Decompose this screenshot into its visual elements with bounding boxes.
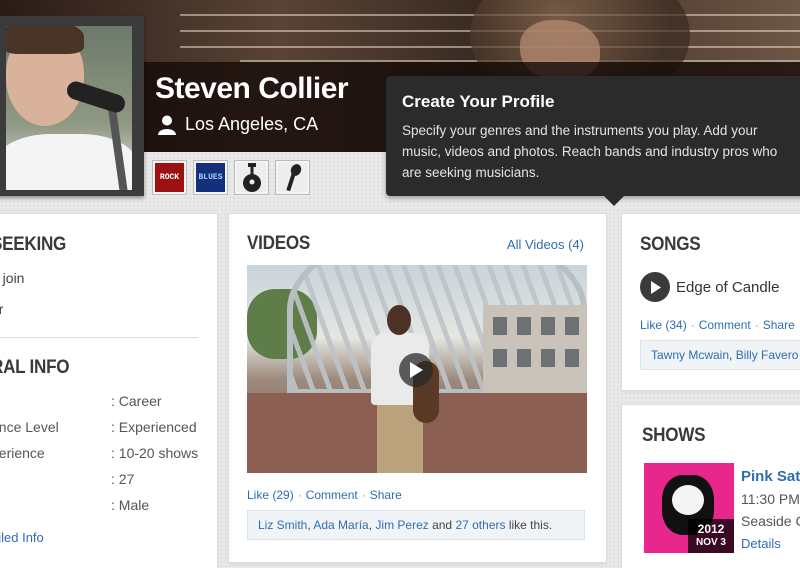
liker-link[interactable]: Jim Perez (375, 518, 428, 532)
others-link[interactable]: 27 others (455, 518, 505, 532)
person-icon (158, 115, 176, 135)
tooltip-body: Specify your genres and the instruments … (402, 120, 800, 183)
info-value: : Career (111, 393, 162, 409)
poster-date-badge: 2012 NOV 3 (688, 519, 734, 553)
tooltip-line: are seeking musicians. (402, 165, 540, 180)
info-value: : Experienced (111, 419, 197, 435)
play-icon[interactable] (399, 353, 433, 387)
share-button[interactable]: Share (763, 318, 795, 332)
seeking-item: o join (0, 270, 25, 286)
video-likers-box: Liz Smith, Ada María, Jim Perez and 27 o… (247, 510, 585, 540)
video-thumbnail[interactable] (247, 265, 587, 473)
song-social-actions: Like (34) · Comment · Share (640, 318, 795, 332)
create-profile-tooltip: Create Your Profile Specify your genres … (386, 76, 800, 206)
song-likers-box: Tawny Mcwain, Billy Favero (640, 340, 800, 370)
profile-name: Steven Collier (155, 72, 349, 105)
play-icon[interactable] (640, 272, 670, 302)
guitar-icon[interactable] (234, 160, 269, 195)
videos-title: VIDEOS (247, 233, 310, 254)
show-venue: Seaside C (741, 513, 800, 529)
avatar[interactable] (6, 26, 132, 190)
like-count[interactable]: (34) (665, 318, 686, 332)
shows-title: SHOWS (642, 425, 706, 446)
liker-link[interactable]: Liz Smith (258, 518, 307, 532)
tooltip-line: music, videos and photos. Reach bands an… (402, 144, 778, 159)
video-social-actions: Like (29) · Comment · Share (247, 488, 402, 502)
like-button[interactable]: Like (247, 488, 269, 502)
comment-button[interactable]: Comment (306, 488, 358, 502)
like-button[interactable]: Like (640, 318, 662, 332)
show-time: 11:30 PM (741, 491, 800, 507)
blues-genre-icon[interactable]: BLUES (193, 160, 228, 195)
songs-title: SONGS (640, 234, 701, 255)
tooltip-title: Create Your Profile (402, 92, 555, 111)
genre-badges: ROCK BLUES (152, 160, 310, 195)
liker-link[interactable]: Tawny Mcwain (651, 348, 729, 362)
liker-link[interactable]: Ada María (313, 518, 368, 532)
share-button[interactable]: Share (370, 488, 402, 502)
songs-card: SONGS Edge of Candle Like (34) · Comment · S… (621, 213, 800, 391)
videos-card: VIDEOS All Videos (4) Like (29) · Comment ·… (228, 213, 607, 563)
liker-link[interactable]: Billy Favero (736, 348, 799, 362)
profile-avatar-frame[interactable] (0, 16, 144, 196)
info-row: : Male (0, 497, 219, 517)
info-key: perience (0, 445, 45, 461)
tooltip-line: Specify your genres and the instruments … (402, 123, 758, 138)
divider (0, 337, 198, 338)
location-text: Los Angeles, CA (185, 114, 319, 134)
profile-info-card: SEEKING o join er RAL INFO : Career ence… (0, 213, 218, 568)
general-info-title: RAL INFO (0, 357, 70, 378)
show-title-link[interactable]: Pink Satu (741, 468, 800, 485)
blues-genre-label: BLUES (196, 163, 225, 192)
seeking-item: er (0, 301, 4, 317)
profile-location: Los Angeles, CA (158, 114, 318, 135)
comment-button[interactable]: Comment (699, 318, 751, 332)
info-row: : 27 (0, 471, 219, 491)
info-key: ence Level (0, 419, 59, 435)
show-details-link[interactable]: Details (741, 536, 781, 551)
show-poster[interactable]: 2012 NOV 3 (644, 463, 734, 553)
info-value: : 10-20 shows (111, 445, 199, 461)
song-title[interactable]: Edge of Candle (676, 279, 779, 296)
guitarist-figure (365, 305, 439, 473)
info-row: perience : 10-20 shows (0, 445, 219, 465)
info-value: : Male (111, 497, 150, 513)
microphone-icon[interactable] (275, 160, 310, 195)
rock-genre-icon[interactable]: ROCK (152, 160, 187, 195)
like-count[interactable]: (29) (272, 488, 293, 502)
info-row: ence Level : Experienced (0, 419, 219, 439)
song-item: Edge of Candle (640, 272, 779, 302)
detailed-info-link[interactable]: ailed Info (0, 530, 44, 545)
all-videos-link[interactable]: All Videos (4) (507, 237, 584, 252)
rock-genre-label: ROCK (155, 163, 184, 192)
seeking-title: SEEKING (0, 234, 67, 255)
info-row: : Career (0, 393, 219, 413)
shows-card: SHOWS 2012 NOV 3 Pink Satu 11:30 PM Seas… (621, 404, 800, 568)
info-value: : 27 (111, 471, 135, 487)
